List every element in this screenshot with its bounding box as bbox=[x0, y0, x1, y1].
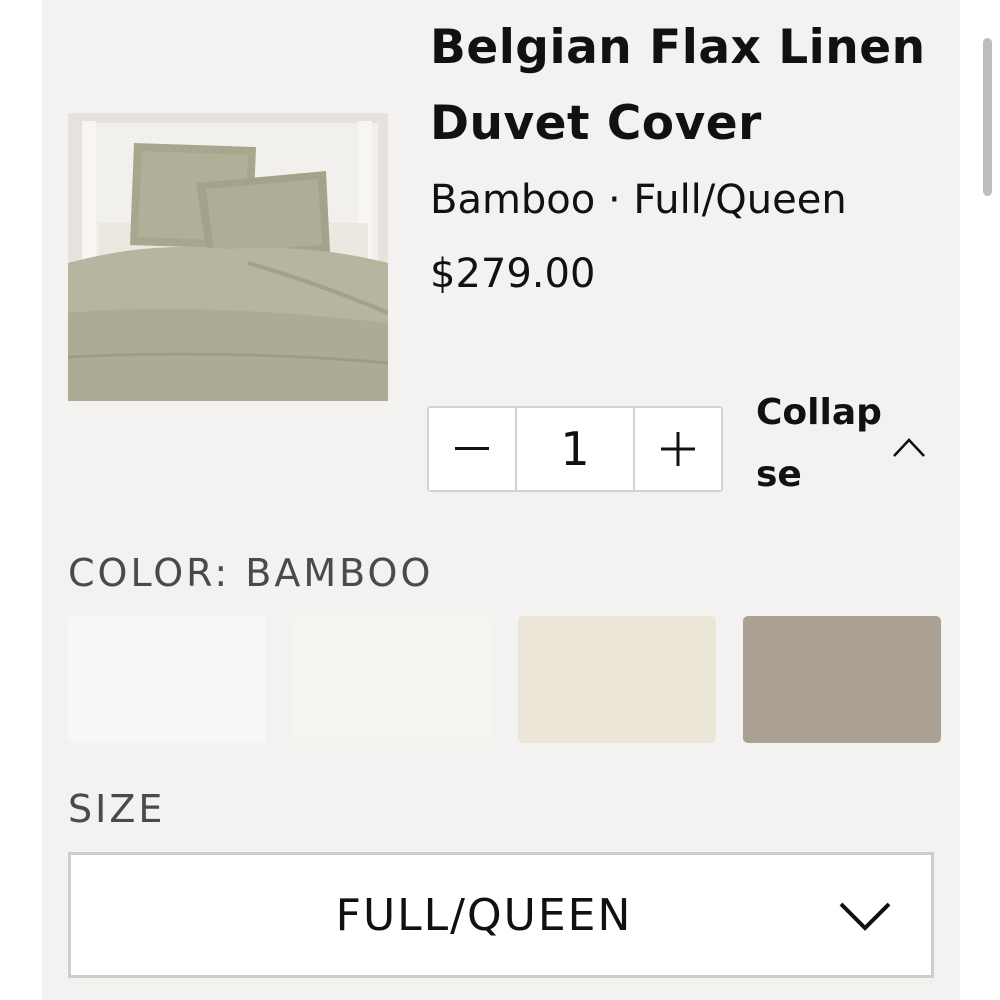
color-swatch-4[interactable] bbox=[743, 616, 941, 743]
duvet-bed-image bbox=[68, 113, 388, 401]
color-swatches bbox=[68, 616, 942, 744]
increment-button[interactable] bbox=[635, 408, 721, 490]
color-label: COLOR: BAMBOO bbox=[68, 551, 434, 595]
product-subtitle: Bamboo · Full/Queen bbox=[430, 177, 847, 223]
color-swatch-2[interactable] bbox=[293, 616, 491, 743]
product-image[interactable] bbox=[68, 113, 388, 401]
quantity-value[interactable]: 1 bbox=[515, 408, 635, 490]
color-swatch-1[interactable] bbox=[68, 616, 266, 743]
scrollbar-thumb[interactable] bbox=[983, 38, 992, 196]
product-title: Belgian Flax Linen Duvet Cover bbox=[430, 20, 926, 151]
size-select[interactable]: FULL/QUEEN bbox=[68, 852, 934, 978]
chevron-down-icon bbox=[839, 902, 891, 931]
scrollbar-track[interactable] bbox=[960, 0, 1000, 1000]
size-selected-value: FULL/QUEEN bbox=[335, 889, 633, 941]
chevron-up-icon[interactable] bbox=[890, 434, 928, 460]
quantity-stepper: 1 bbox=[427, 406, 723, 492]
size-label: SIZE bbox=[68, 787, 166, 831]
product-price: $279.00 bbox=[430, 251, 596, 297]
minus-icon bbox=[455, 447, 489, 450]
collapse-toggle[interactable]: Collapse bbox=[756, 382, 886, 506]
color-swatch-3[interactable] bbox=[518, 616, 716, 743]
plus-icon bbox=[661, 432, 695, 466]
decrement-button[interactable] bbox=[429, 408, 515, 490]
